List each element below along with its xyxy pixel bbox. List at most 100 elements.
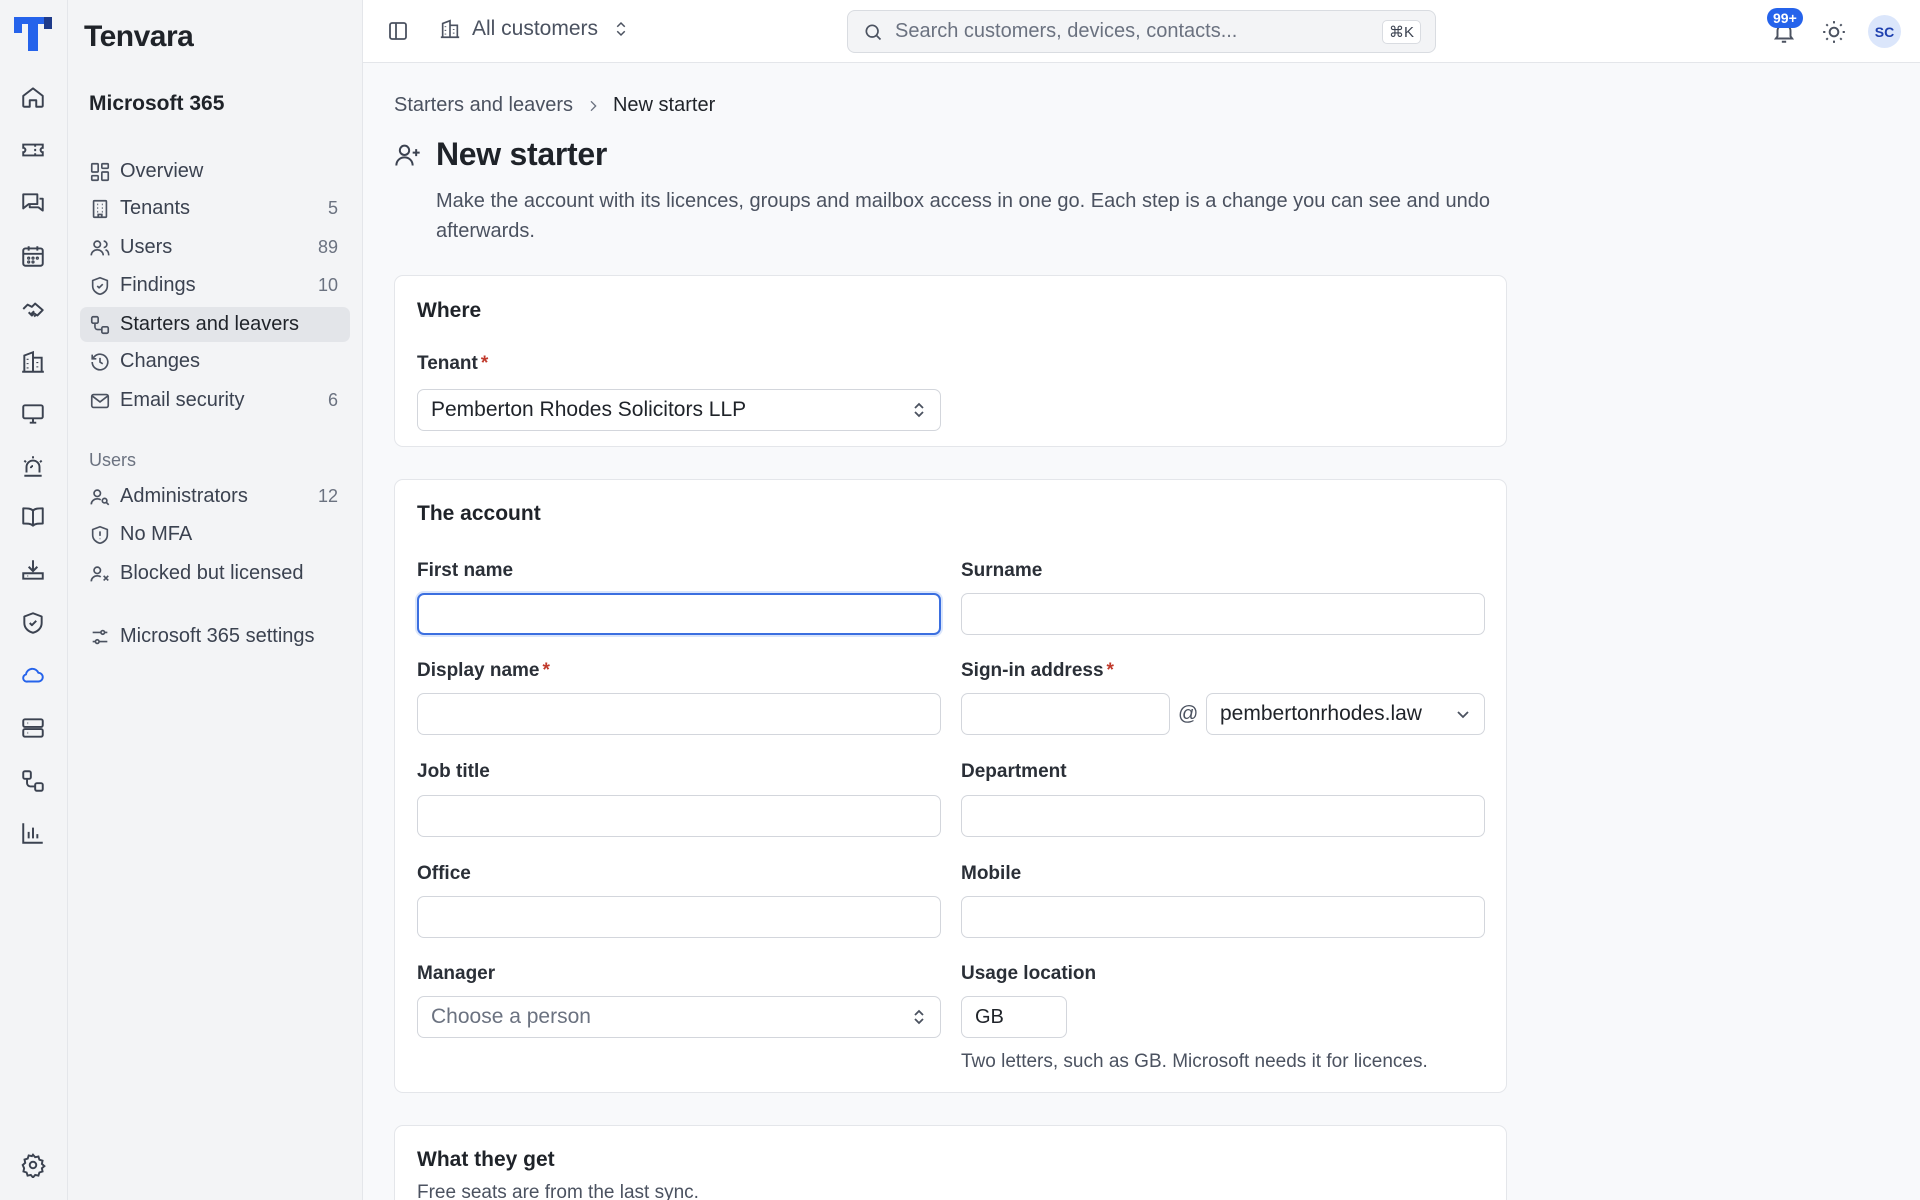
calendar-icon[interactable] bbox=[19, 242, 47, 270]
cloud-icon[interactable] bbox=[19, 661, 47, 689]
sidebar-toggle-icon[interactable] bbox=[386, 19, 410, 43]
brand-name: Tenvara bbox=[84, 20, 194, 53]
sidebar-item-administrators[interactable]: Administrators 12 bbox=[80, 479, 350, 514]
shield-check-icon[interactable] bbox=[19, 609, 47, 637]
chevron-up-down-icon bbox=[911, 401, 927, 419]
required-marker: * bbox=[1106, 660, 1114, 681]
building-icon bbox=[89, 198, 111, 220]
sidebar-group-label: Users bbox=[89, 450, 137, 470]
manager-select[interactable]: Choose a person bbox=[417, 996, 941, 1038]
server-icon[interactable] bbox=[19, 714, 47, 742]
job-title-label: Job title bbox=[417, 761, 490, 782]
what-they-get-title: What they get bbox=[417, 1148, 555, 1171]
user-avatar[interactable]: SC bbox=[1868, 15, 1901, 48]
sidebar-item-label: Findings bbox=[120, 274, 196, 296]
what-they-get-card: What they get Free seats are from the la… bbox=[394, 1125, 1507, 1200]
building-icon bbox=[439, 18, 461, 40]
shield-check-icon bbox=[89, 275, 111, 297]
search-input[interactable] bbox=[895, 20, 1375, 43]
mail-icon bbox=[89, 390, 111, 412]
sidebar-item-starters-and-leavers[interactable]: Starters and leavers bbox=[80, 307, 350, 342]
users-icon bbox=[89, 237, 111, 259]
workflow-icon[interactable] bbox=[19, 767, 47, 795]
tenant-select[interactable]: Pemberton Rhodes Solicitors LLP bbox=[417, 389, 941, 431]
sidebar-section-title: Microsoft 365 bbox=[89, 92, 225, 115]
sign-in-address-label: Sign-in address * bbox=[961, 660, 1114, 682]
messages-icon[interactable] bbox=[19, 189, 47, 217]
breadcrumb-link-starters-and-leavers[interactable]: Starters and leavers bbox=[394, 94, 573, 117]
theme-toggle-sun-icon[interactable] bbox=[1821, 19, 1847, 45]
sidebar-item-label: Users bbox=[120, 236, 173, 258]
sidebar-item-label: Tenants bbox=[120, 197, 191, 219]
sidebar-item-tenants[interactable]: Tenants 5 bbox=[80, 191, 350, 226]
required-marker: * bbox=[542, 660, 550, 681]
sidebar-item-count: 12 bbox=[317, 486, 338, 506]
breadcrumb: Starters and leavers New starter bbox=[394, 94, 715, 117]
sidebar-item-label: No MFA bbox=[120, 523, 193, 545]
job-title-field[interactable] bbox=[417, 795, 941, 837]
tenant-select-value: Pemberton Rhodes Solicitors LLP bbox=[431, 398, 747, 421]
shield-icon bbox=[89, 524, 111, 546]
sidebar-item-no-mfa[interactable]: No MFA bbox=[80, 517, 350, 552]
book-icon[interactable] bbox=[19, 503, 47, 531]
office-label: Office bbox=[417, 863, 471, 884]
gear-icon[interactable] bbox=[19, 1151, 47, 1179]
required-marker: * bbox=[480, 353, 489, 374]
ticket-icon[interactable] bbox=[19, 136, 47, 164]
alarm-icon[interactable] bbox=[19, 452, 47, 480]
tenvara-logo-icon[interactable] bbox=[14, 17, 52, 51]
department-field[interactable] bbox=[961, 795, 1485, 837]
user-key-icon bbox=[89, 486, 111, 508]
search-icon bbox=[863, 22, 883, 42]
mobile-label: Mobile bbox=[961, 863, 1022, 884]
sidebar-item-label: Changes bbox=[120, 350, 201, 372]
first-name-label: First name bbox=[417, 560, 514, 581]
where-card: Where Tenant * Pemberton Rhodes Solicitor… bbox=[394, 275, 1507, 447]
page-title: New starter bbox=[436, 136, 607, 172]
manager-label: Manager bbox=[417, 963, 496, 984]
workflow-icon bbox=[89, 314, 111, 336]
display-name-field[interactable] bbox=[417, 693, 941, 735]
handshake-icon[interactable] bbox=[19, 295, 47, 323]
sidebar-item-overview[interactable]: Overview bbox=[80, 154, 350, 189]
sidebar-item-blocked-but-licensed[interactable]: Blocked but licensed bbox=[80, 556, 350, 591]
building-icon[interactable] bbox=[19, 348, 47, 376]
sign-in-address-label-text: Sign-in address bbox=[961, 660, 1104, 681]
sign-in-address-field[interactable] bbox=[961, 693, 1170, 735]
mobile-field[interactable] bbox=[961, 896, 1485, 938]
sidebar-item-label: Starters and leavers bbox=[120, 313, 299, 335]
chevron-down-icon bbox=[1455, 705, 1471, 723]
surname-field[interactable] bbox=[961, 593, 1485, 635]
first-name-field[interactable] bbox=[417, 593, 941, 635]
chevron-right-icon bbox=[585, 98, 601, 114]
dashboard-icon bbox=[89, 161, 111, 183]
sidebar-item-changes[interactable]: Changes bbox=[80, 344, 350, 379]
chevron-up-down-icon bbox=[911, 1008, 927, 1026]
sliders-icon bbox=[89, 626, 111, 648]
domain-select-value: pembertonrhodes.law bbox=[1220, 702, 1422, 725]
usage-location-field[interactable] bbox=[961, 996, 1067, 1038]
top-bar: All customers ⌘K 99+ SC bbox=[363, 0, 1920, 63]
home-icon[interactable] bbox=[19, 83, 47, 111]
sidebar-item-count: 10 bbox=[317, 275, 338, 295]
usage-location-hint: Two letters, such as GB. Microsoft needs… bbox=[961, 1051, 1428, 1072]
sidebar-item-label: Blocked but licensed bbox=[120, 562, 304, 584]
customer-switcher[interactable]: All customers bbox=[439, 17, 630, 41]
download-tray-icon[interactable] bbox=[19, 556, 47, 584]
sidebar-item-microsoft-365-settings[interactable]: Microsoft 365 settings bbox=[80, 619, 350, 654]
domain-select[interactable]: pembertonrhodes.law bbox=[1206, 693, 1485, 735]
sidebar-item-findings[interactable]: Findings 10 bbox=[80, 268, 350, 303]
sidebar-item-email-security[interactable]: Email security 6 bbox=[80, 383, 350, 418]
chevron-up-down-icon bbox=[612, 20, 630, 38]
sidebar-item-count: 6 bbox=[327, 390, 338, 410]
page-description: Make the account with its licences, grou… bbox=[436, 190, 1490, 242]
global-search[interactable]: ⌘K bbox=[847, 10, 1436, 53]
bar-chart-icon[interactable] bbox=[19, 819, 47, 847]
sidebar-item-users[interactable]: Users 89 bbox=[80, 230, 350, 265]
office-field[interactable] bbox=[417, 896, 941, 938]
user-plus-icon bbox=[394, 141, 422, 169]
usage-location-label: Usage location bbox=[961, 963, 1097, 984]
breadcrumb-current: New starter bbox=[612, 94, 716, 116]
surname-label: Surname bbox=[961, 560, 1043, 581]
monitor-icon[interactable] bbox=[19, 400, 47, 428]
